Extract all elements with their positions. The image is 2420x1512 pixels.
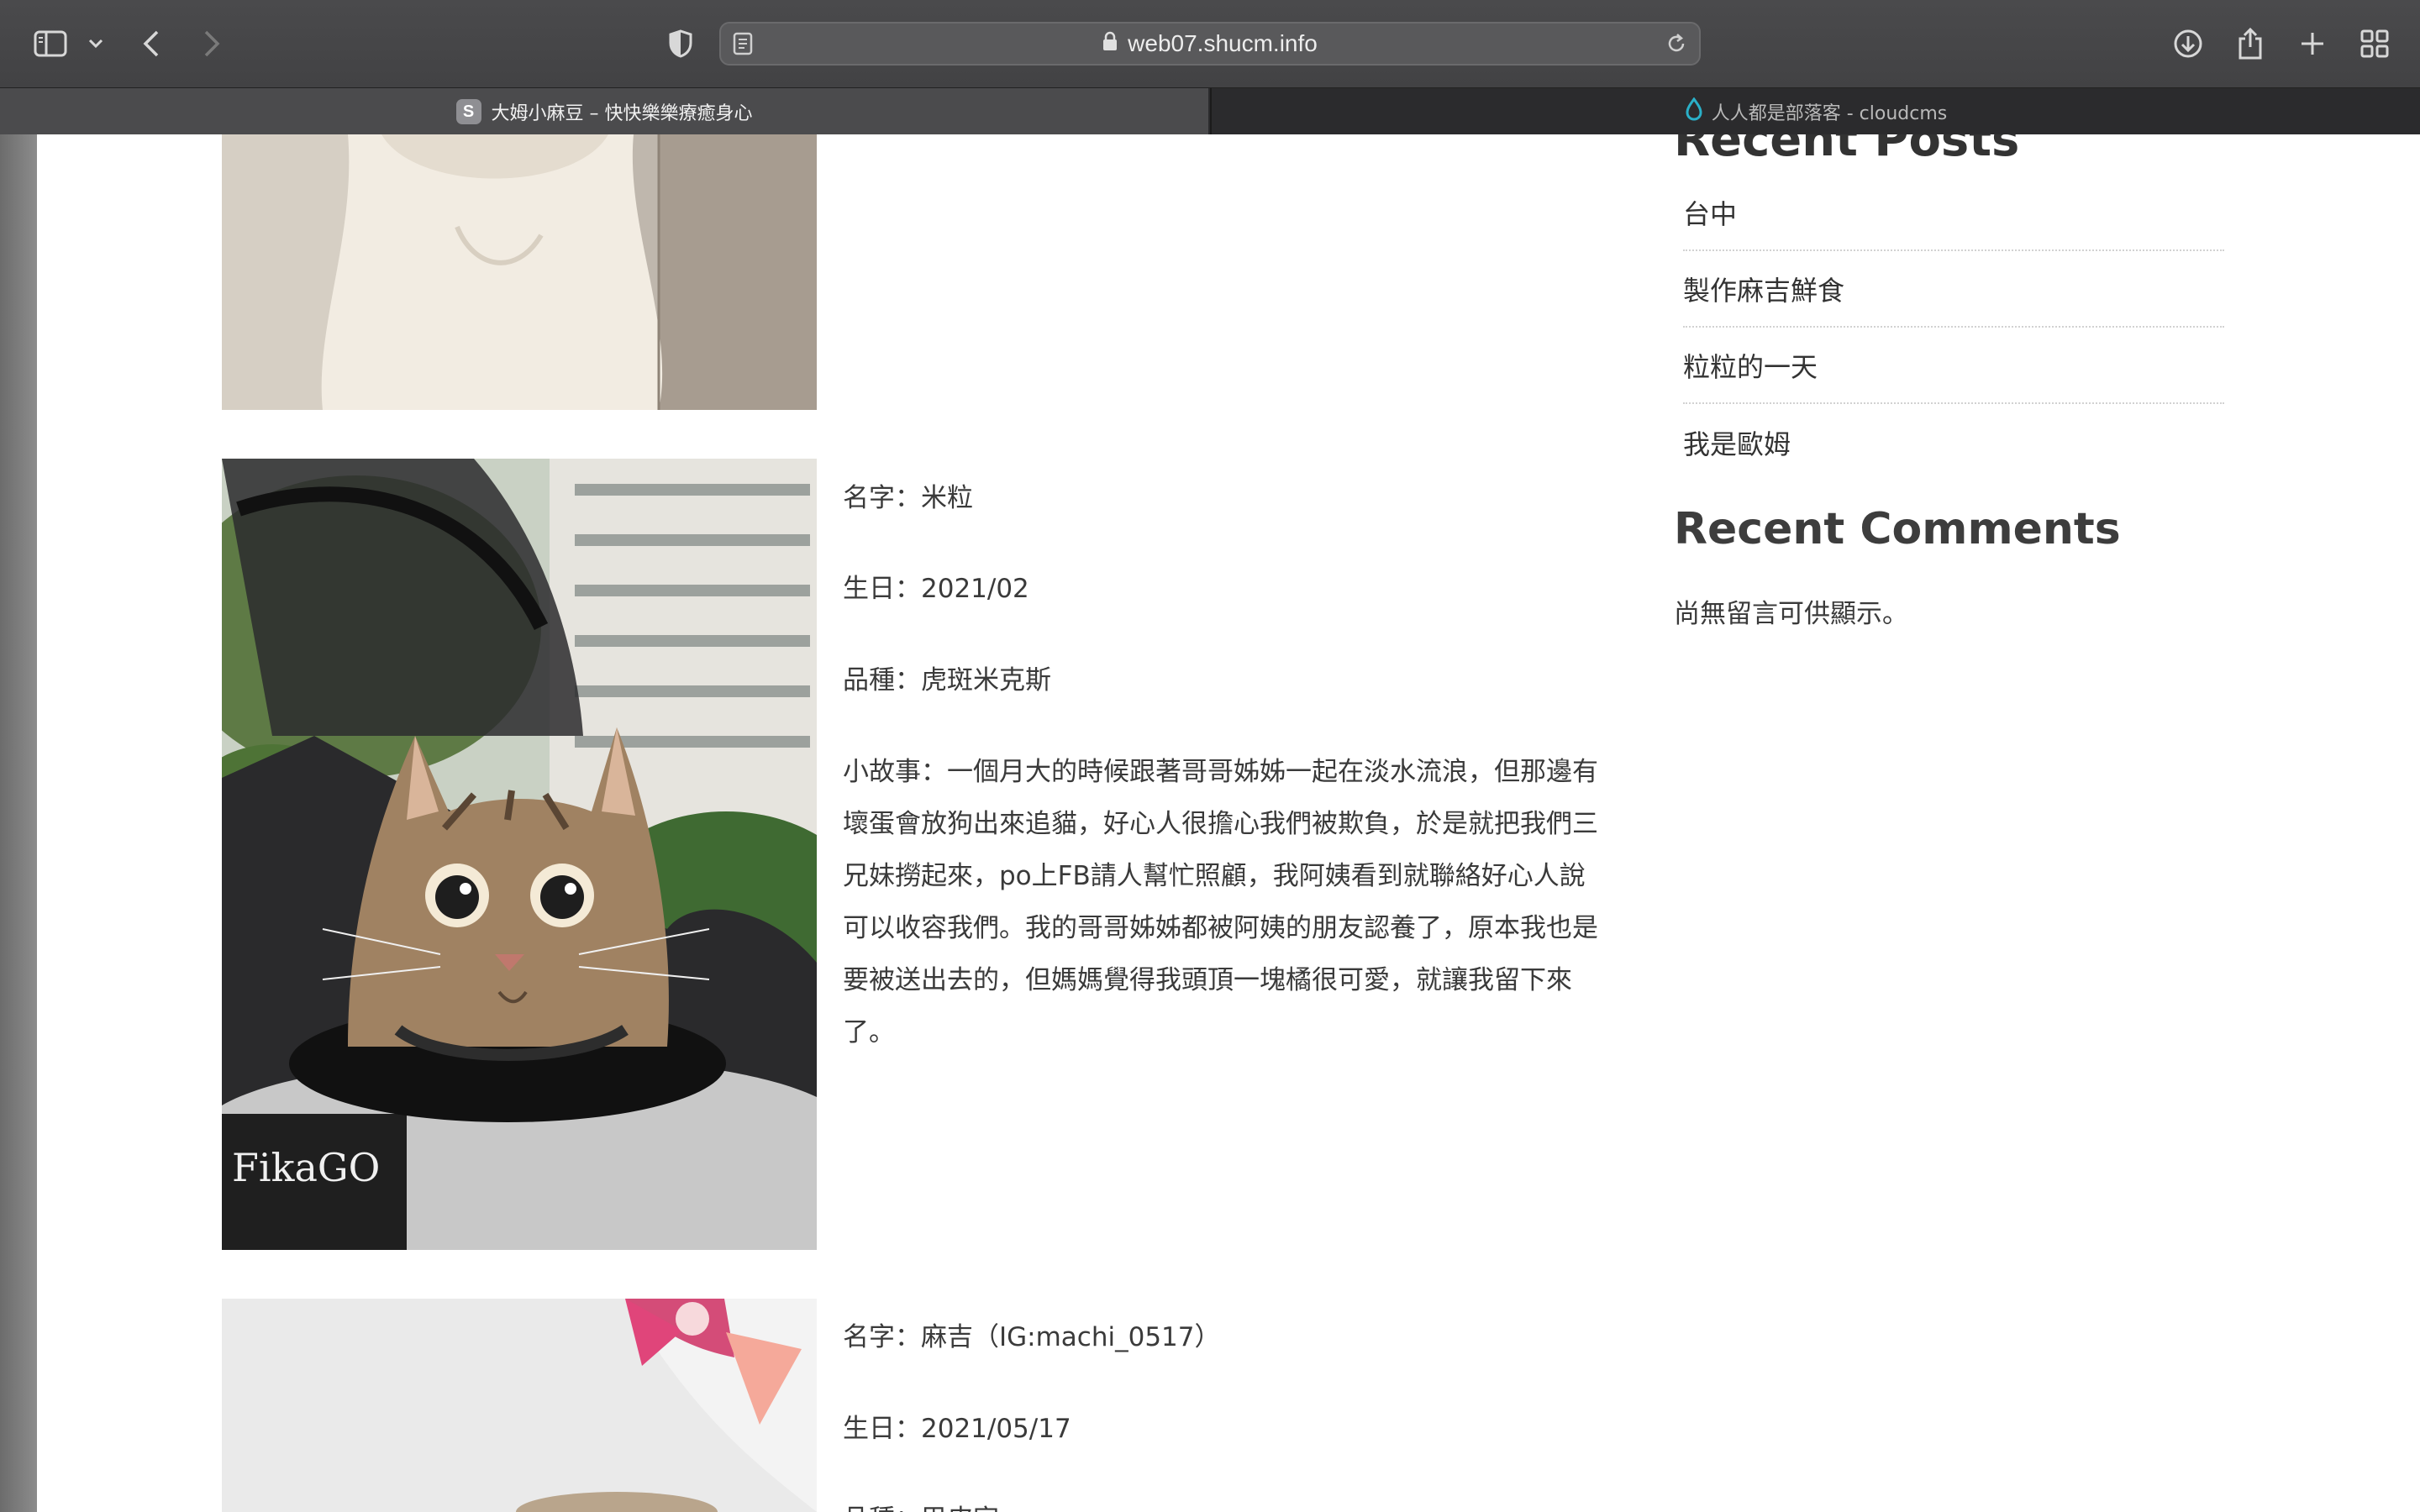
pet-photo-ohm [222,134,817,410]
download-icon[interactable] [2161,17,2215,71]
recent-comments-heading: Recent Comments [1674,504,2121,554]
tab-title: 人人都是部落客 - cloudcms [1711,103,1948,124]
recent-post-link[interactable]: 粒粒的一天 [1683,328,2224,404]
share-icon[interactable] [2223,17,2277,71]
page-left-edge [0,134,37,1512]
site-favicon: S [455,99,481,124]
forward-icon[interactable] [185,17,239,71]
tab-bar: S 大姆小麻豆 – 快快樂樂療癒身心 人人都是部落客 - cloudcms [0,87,2420,135]
tab-active[interactable]: S 大姆小麻豆 – 快快樂樂療癒身心 [0,88,1208,135]
recent-post-link[interactable]: 台中 [1683,175,2224,251]
pet-birthday: 生日：2021/05/17 [843,1414,1071,1444]
recent-post-link[interactable]: 製作麻吉鮮食 [1683,251,2224,328]
browser-toolbar: web07.shucm.info [0,0,2420,87]
water-drop-icon [1685,97,1703,126]
url-display[interactable]: web07.shucm.info [721,24,1699,64]
lock-icon [1102,30,1118,57]
pet-photo-machi [222,1299,817,1512]
pet-name: 名字：麻吉（IG:machi_0517） [843,1322,1221,1352]
address-bar[interactable]: web07.shucm.info [719,22,1701,66]
recent-comments-empty: 尚無留言可供顯示。 [1674,599,1908,629]
web-page: FikaGO 名字：米粒 生日：2021/02 品種：虎斑米克斯 小故事：一個月… [0,134,2420,1512]
chevron-down-icon[interactable] [69,17,123,71]
pet-photo-mili: FikaGO [222,459,817,1250]
pet-story: 小故事：一個月大的時候跟著哥哥姊姊一起在淡水流浪，但那邊有壞蛋會放狗出來追貓，好… [843,757,1598,1047]
pet-breed: 品種：虎斑米克斯 [843,665,1051,696]
pet-birthday: 生日：2021/02 [843,574,1029,604]
recent-posts-list: 台中 製作麻吉鮮食 粒粒的一天 我是歐姆 [1683,175,2224,480]
reload-icon[interactable] [1665,32,1687,59]
back-icon[interactable] [124,17,178,71]
pet-name: 名字：米粒 [843,483,973,513]
tab-cloudcms[interactable]: 人人都是部落客 - cloudcms [1210,88,2420,135]
tab-title: 大姆小麻豆 – 快快樂樂療癒身心 [491,103,753,124]
url-text: web07.shucm.info [1128,30,1318,56]
shield-icon[interactable] [654,17,708,71]
carrier-brand-text: FikaGO [232,1145,380,1190]
plus-icon[interactable] [2286,17,2339,71]
recent-post-link[interactable]: 我是歐姆 [1683,404,2224,480]
pet-breed: 品種：巴皮宮 [843,1494,999,1512]
tab-grid-icon[interactable] [2348,17,2402,71]
recent-posts-heading: Recent Posts [1674,134,2020,167]
